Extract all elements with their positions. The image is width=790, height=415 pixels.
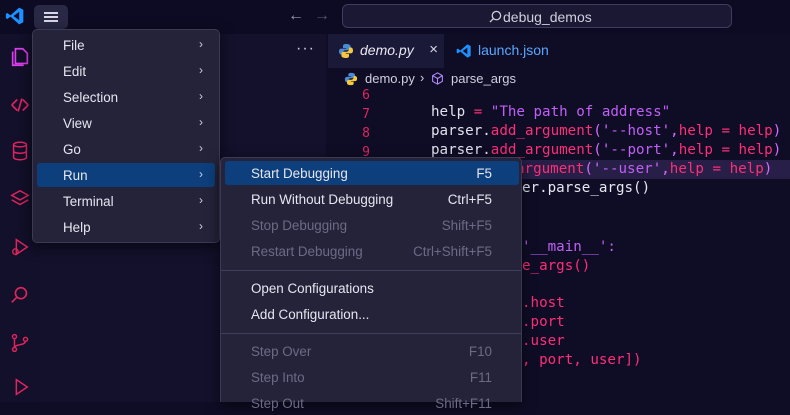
menu-item-file[interactable]: File › <box>37 33 215 57</box>
explorer-icon[interactable] <box>9 46 31 68</box>
menu-item-edit[interactable]: Edit › <box>37 59 215 83</box>
main-menu: File › Edit › Selection › View › Go › Run › Te… <box>32 29 220 243</box>
open-configurations-item[interactable]: Open Configurations <box>225 276 519 300</box>
more-actions-icon[interactable]: ··· <box>296 40 315 58</box>
line-number: 6 <box>362 88 370 103</box>
chevron-right-icon: › <box>199 167 203 181</box>
code-fragment[interactable]: er.parse_args() <box>522 180 650 196</box>
chevron-right-icon: › <box>199 115 203 129</box>
method-cube-icon <box>432 72 443 85</box>
chevron-right-icon: › <box>199 63 203 77</box>
layers-icon[interactable] <box>9 188 31 210</box>
step-into-item: Step Into F11 <box>251 370 492 385</box>
chevron-right-icon: › <box>199 193 203 207</box>
python-icon <box>339 44 353 58</box>
code-line[interactable]: parser.add_argument('--host',help = help… <box>431 123 781 139</box>
tab-launch-json[interactable]: launch.json <box>446 34 566 68</box>
chevron-right-icon: › <box>199 141 203 155</box>
chevron-right-icon: › <box>199 89 203 103</box>
stop-debugging-item: Stop Debugging Shift+F5 <box>251 218 492 233</box>
step-over-item: Step Over F10 <box>251 344 492 359</box>
tab-demo-py[interactable]: demo.py × <box>328 34 444 68</box>
code-fragment[interactable]: .user <box>522 333 565 349</box>
back-arrow-icon[interactable]: ← <box>288 7 304 25</box>
python-icon <box>344 72 358 86</box>
branch-icon[interactable] <box>9 332 31 354</box>
code-fragment[interactable]: '__main__': <box>522 239 616 255</box>
tab-label: launch.json <box>478 42 549 58</box>
menu-item-view[interactable]: View › <box>37 111 215 135</box>
search-label: debug_demos <box>503 9 592 25</box>
start-debugging-item[interactable]: Start Debugging F5 <box>225 161 519 185</box>
forward-arrow-icon[interactable]: → <box>314 7 330 25</box>
code-line[interactable]: help = "The path of address" <box>431 104 670 120</box>
source-control-icon[interactable] <box>9 94 31 116</box>
step-out-item: Step Out Shift+F11 <box>251 396 492 411</box>
line-number: 7 <box>362 107 370 122</box>
breadcrumb-file[interactable]: demo.py <box>365 71 415 86</box>
hamburger-menu-button[interactable] <box>34 5 68 29</box>
menu-item-go[interactable]: Go › <box>37 137 215 161</box>
code-fragment[interactable]: .host <box>522 295 565 311</box>
code-fragment[interactable]: e_args() <box>522 258 590 274</box>
menu-item-terminal[interactable]: Terminal › <box>37 189 215 213</box>
breadcrumb-symbol[interactable]: parse_args <box>451 71 516 86</box>
database-icon[interactable] <box>9 140 31 162</box>
breadcrumb-separator: › <box>420 70 425 85</box>
add-configuration-item[interactable]: Add Configuration... <box>225 302 519 326</box>
menu-separator <box>221 270 521 271</box>
menu-item-help[interactable]: Help › <box>37 215 215 239</box>
vscode-icon[interactable] <box>5 6 25 26</box>
tab-label: demo.py <box>360 42 414 58</box>
chevron-right-icon: › <box>199 37 203 51</box>
search-icon <box>489 10 502 23</box>
vscode-icon <box>456 44 471 58</box>
chevron-right-icon: › <box>199 219 203 233</box>
command-center-search[interactable]: debug_demos <box>342 4 732 28</box>
line-number: 8 <box>362 126 370 141</box>
run-submenu: Start Debugging F5 Run Without Debugging C… <box>220 157 522 411</box>
extensions-run-icon[interactable] <box>9 376 31 398</box>
search-icon[interactable] <box>9 284 31 306</box>
run-without-debugging-item[interactable]: Run Without Debugging Ctrl+F5 <box>225 187 519 211</box>
code-line[interactable]: argument('--user',help = help) <box>516 161 772 177</box>
code-fragment[interactable]: , port, user]) <box>522 352 642 368</box>
close-icon[interactable]: × <box>429 41 438 58</box>
menu-separator <box>221 333 521 334</box>
menu-item-selection[interactable]: Selection › <box>37 85 215 109</box>
menu-item-run[interactable]: Run › <box>37 163 215 187</box>
run-debug-icon[interactable] <box>9 236 31 258</box>
code-fragment[interactable]: .port <box>522 314 565 330</box>
code-line[interactable]: parser.add_argument('--port',help = help… <box>431 142 781 158</box>
restart-debugging-item: Restart Debugging Ctrl+Shift+F5 <box>251 244 492 259</box>
